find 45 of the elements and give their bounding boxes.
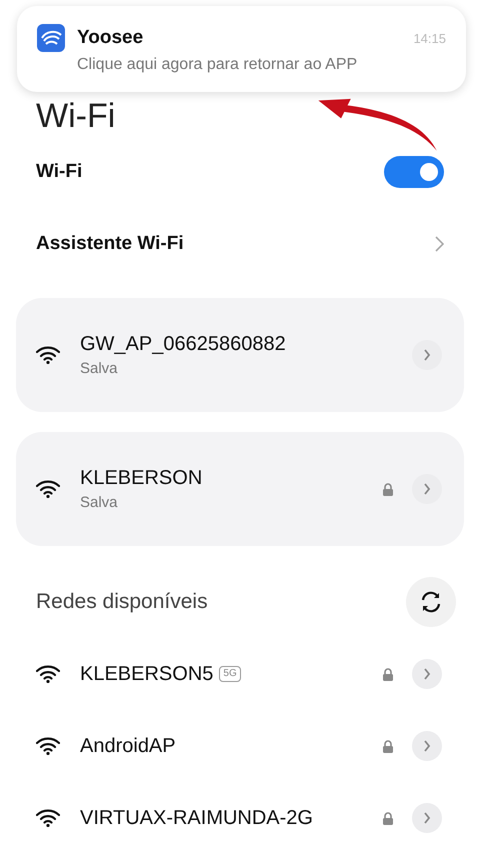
lock-icon (382, 668, 394, 680)
network-row[interactable]: AndroidAP (16, 710, 464, 782)
wifi-icon (36, 809, 60, 827)
wifi-toggle[interactable] (384, 156, 444, 188)
app-icon (37, 24, 65, 52)
refresh-icon (419, 590, 443, 614)
network-name: VIRTUAX-RAIMUNDA-2G (80, 806, 313, 830)
network-name: GW_AP_06625860882 (80, 333, 287, 356)
wifi-icon (36, 665, 60, 683)
lock-icon (382, 740, 394, 752)
chevron-icon (435, 236, 444, 252)
app-name: Yoosee (77, 27, 144, 49)
notification-card[interactable]: Yoosee 14:15 Clique aqui agora para retornar ao APP (17, 6, 466, 92)
details-button[interactable] (412, 474, 442, 504)
section-title: Redes disponíveis (36, 590, 208, 614)
network-status: Salva (80, 360, 119, 377)
band-badge: 5G (219, 666, 241, 682)
chevron-icon (423, 812, 431, 824)
network-name: KLEBERSON5 (80, 662, 214, 686)
chevron-icon (423, 483, 431, 495)
network-row[interactable]: KLEBERSON5 5G (16, 638, 464, 710)
assistant-row[interactable]: Assistente Wi-Fi (16, 208, 464, 280)
chevron-icon (423, 668, 431, 680)
wifi-icon (36, 480, 60, 498)
row-label: Wi-Fi (36, 161, 82, 183)
network-status: Salva (80, 494, 119, 511)
refresh-button[interactable] (406, 577, 456, 627)
network-row[interactable]: VIRTUAX-RAIMUNDA-2G (16, 782, 464, 854)
notification-message: Clique aqui agora para retornar ao APP (77, 56, 358, 74)
page-title: Wi-Fi (36, 96, 116, 136)
details-button[interactable] (412, 659, 442, 689)
saved-network-card[interactable]: KLEBERSON Salva (16, 432, 464, 546)
wifi-icon (36, 737, 60, 755)
network-name: KLEBERSON (80, 467, 204, 490)
network-name: AndroidAP (80, 734, 176, 758)
saved-network-card[interactable]: GW_AP_06625860882 Salva (16, 298, 464, 412)
wifi-icon (36, 346, 60, 364)
chevron-icon (423, 349, 431, 361)
notification-time: 14:15 (413, 30, 446, 46)
lock-icon (382, 812, 394, 824)
details-button[interactable] (412, 803, 442, 833)
details-button[interactable] (412, 731, 442, 761)
details-button[interactable] (412, 340, 442, 370)
lock-icon (382, 482, 394, 496)
chevron-icon (423, 740, 431, 752)
